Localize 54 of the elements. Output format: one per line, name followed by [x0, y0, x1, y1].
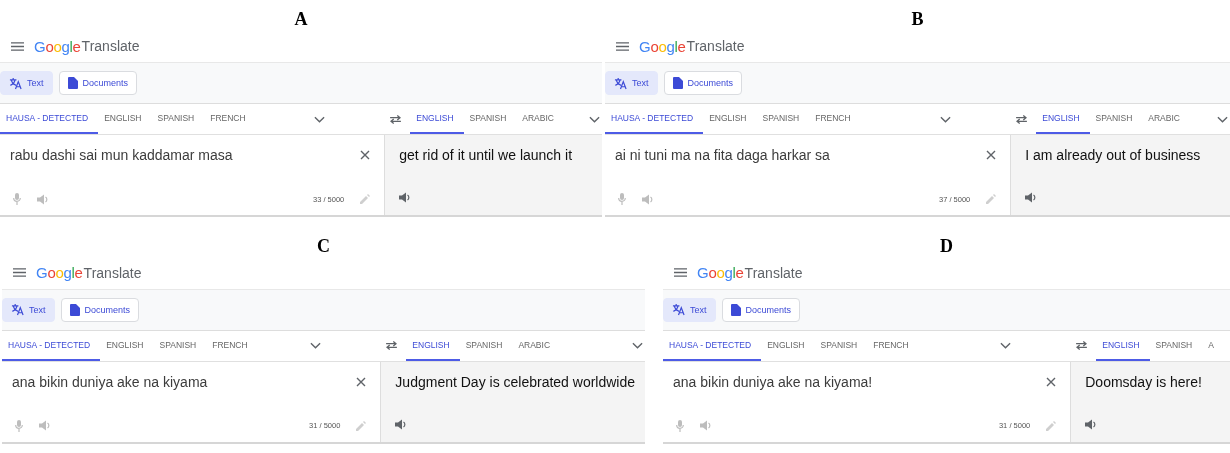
language-tab[interactable]: ARABIC: [1142, 104, 1190, 134]
panel-label: B: [911, 9, 924, 30]
translation-text: Judgment Day is celebrated worldwide: [395, 373, 637, 390]
mode-tab[interactable]: Documents: [58, 71, 138, 95]
language-tab[interactable]: ARABIC: [512, 330, 561, 361]
language-tab[interactable]: ENGLISH: [406, 330, 460, 361]
app-title: Translate: [744, 264, 803, 281]
language-tab[interactable]: SPANISH: [459, 330, 513, 361]
language-tab[interactable]: SPANISH: [814, 330, 868, 361]
language-tab[interactable]: ENGLISH: [1096, 330, 1150, 361]
panel-label: D: [940, 235, 953, 257]
app-title: Translate: [81, 38, 140, 54]
language-tab[interactable]: ARABIC: [516, 104, 564, 134]
mode-tab[interactable]: Text: [0, 71, 53, 95]
source-text-field[interactable]: ai ni tuni ma na fita daga harkar sa: [615, 147, 979, 163]
language-tab[interactable]: HAUSA - DETECTED: [2, 330, 101, 361]
mode-tab[interactable]: Documents: [663, 71, 743, 95]
language-tab[interactable]: FRENCH: [809, 104, 861, 134]
mode-tab[interactable]: Text: [605, 71, 658, 95]
language-tab[interactable]: FRENCH: [867, 330, 919, 361]
logo[interactable]: Google: [639, 37, 686, 55]
logo[interactable]: Google: [697, 264, 744, 281]
panel-label: C: [317, 235, 330, 257]
mode-tab[interactable]: Text: [2, 297, 55, 322]
language-tab[interactable]: A: [1202, 330, 1224, 361]
language-tab[interactable]: SPANISH: [153, 330, 207, 361]
panel-label: A: [294, 9, 308, 30]
language-tab[interactable]: FRENCH: [204, 104, 256, 134]
language-tab[interactable]: SPANISH: [1089, 104, 1143, 134]
language-tab[interactable]: HAUSA - DETECTED: [663, 330, 762, 361]
language-tab[interactable]: HAUSA - DETECTED: [0, 104, 99, 134]
mode-tab[interactable]: Documents: [721, 297, 801, 322]
translation-text: Doomsday is here!: [1085, 373, 1203, 390]
language-tab[interactable]: FRENCH: [206, 330, 258, 361]
logo[interactable]: Google: [36, 264, 83, 281]
app-title: Translate: [686, 38, 745, 54]
app-title: Translate: [83, 264, 142, 281]
language-tab[interactable]: ENGLISH: [703, 104, 757, 134]
language-tab[interactable]: ENGLISH: [761, 330, 815, 361]
language-tab[interactable]: HAUSA - DETECTED: [605, 104, 704, 134]
language-tab[interactable]: ENGLISH: [98, 104, 152, 134]
language-tab[interactable]: SPANISH: [756, 104, 810, 134]
source-text-field[interactable]: ana bikin duniya ake na kiyama!: [673, 373, 1039, 390]
language-tab[interactable]: ENGLISH: [100, 330, 154, 361]
translation-text: I am already out of business: [1025, 147, 1202, 163]
logo[interactable]: Google: [34, 37, 81, 55]
mode-tab[interactable]: Documents: [60, 297, 140, 322]
language-tab[interactable]: SPANISH: [1149, 330, 1203, 361]
source-text-field[interactable]: ana bikin duniya ake na kiyama: [12, 373, 349, 390]
mode-tab[interactable]: Text: [663, 297, 716, 322]
language-tab[interactable]: SPANISH: [151, 104, 205, 134]
translation-text: get rid of it until we launch it: [399, 147, 574, 163]
language-tab[interactable]: SPANISH: [463, 104, 517, 134]
source-text-field[interactable]: rabu dashi sai mun kaddamar masa: [10, 147, 353, 163]
